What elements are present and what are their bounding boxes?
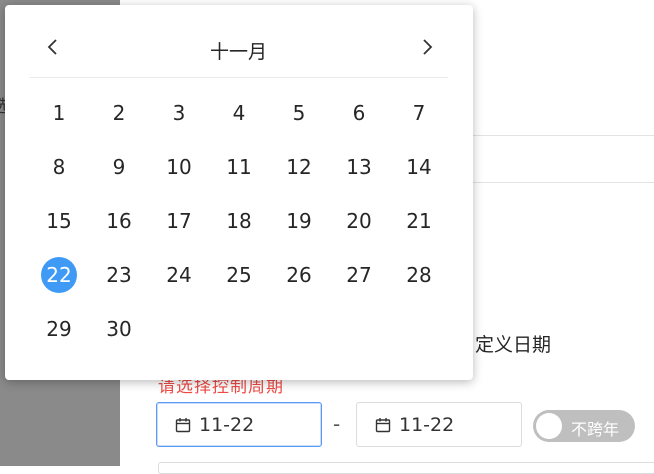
calendar-day-number: 28	[406, 263, 432, 287]
calendar-day[interactable]: 10	[149, 145, 209, 199]
chevron-right-icon	[423, 39, 433, 55]
calendar-day[interactable]: 9	[89, 145, 149, 199]
calendar-popup: 十一月 1 2 3 4 5 6 7 8 9 10 11 12 13 14 15 16 17 18 19 20 21 22 2…	[5, 5, 473, 380]
calendar-day[interactable]: 18	[209, 199, 269, 253]
calendar-day-number: 9	[112, 155, 126, 179]
calendar-header: 十一月	[29, 5, 448, 78]
toggle-label: 不跨年	[571, 420, 620, 439]
calendar-day[interactable]: 13	[329, 145, 389, 199]
calendar-day-number: 5	[292, 101, 306, 125]
calendar-day[interactable]: 26	[269, 253, 329, 307]
calendar-day-number: 27	[346, 263, 372, 287]
calendar-week-row: 15 16 17 18 19 20 21	[29, 199, 449, 253]
calendar-day-selected[interactable]: 22	[29, 253, 89, 307]
calendar-day[interactable]: 23	[89, 253, 149, 307]
calendar-day[interactable]: 3	[149, 91, 209, 145]
next-month-button[interactable]	[417, 35, 437, 59]
calendar-day[interactable]: 11	[209, 145, 269, 199]
calendar-day[interactable]: 27	[329, 253, 389, 307]
next-field[interactable]	[158, 462, 654, 474]
calendar-day[interactable]: 14	[389, 145, 449, 199]
calendar-day[interactable]: 21	[389, 199, 449, 253]
calendar-day[interactable]: 30	[89, 307, 149, 361]
start-date-input[interactable]: 11-22	[156, 402, 322, 447]
calendar-day[interactable]: 19	[269, 199, 329, 253]
calendar-week-row: 1 2 3 4 5 6 7	[29, 91, 449, 145]
calendar-week-row: 29 30	[29, 307, 449, 361]
calendar-day-number: 14	[406, 155, 432, 179]
calendar-day-number: 10	[166, 155, 192, 179]
calendar-day[interactable]: 2	[89, 91, 149, 145]
calendar-day-number: 29	[46, 317, 72, 341]
calendar-icon	[175, 417, 191, 432]
calendar-day-number: 25	[226, 263, 252, 287]
calendar-day-number: 18	[226, 209, 252, 233]
calendar-day[interactable]: 8	[29, 145, 89, 199]
calendar-day-number: 23	[106, 263, 132, 287]
toggle-knob	[536, 413, 562, 439]
divider	[470, 182, 654, 183]
calendar-day-number: 8	[52, 155, 66, 179]
calendar-day[interactable]: 25	[209, 253, 269, 307]
range-separator: -	[333, 412, 341, 436]
calendar-day[interactable]: 4	[209, 91, 269, 145]
calendar-day-number: 20	[346, 209, 372, 233]
end-date-value: 11-22	[399, 413, 455, 436]
calendar-icon	[375, 417, 391, 432]
calendar-day[interactable]: 17	[149, 199, 209, 253]
calendar-day-number: 2	[112, 101, 126, 125]
calendar-day-number: 30	[106, 317, 132, 341]
calendar-day[interactable]: 7	[389, 91, 449, 145]
calendar-day[interactable]: 1	[29, 91, 89, 145]
calendar-day-number: 17	[166, 209, 192, 233]
calendar-day[interactable]: 12	[269, 145, 329, 199]
calendar-day-number: 19	[286, 209, 312, 233]
month-title: 十一月	[209, 41, 267, 63]
calendar-day-number: 12	[286, 155, 312, 179]
start-date-value: 11-22	[199, 413, 255, 436]
end-date-input[interactable]: 11-22	[356, 402, 522, 447]
calendar-day-number: 22	[41, 257, 77, 293]
calendar-day-number: 11	[226, 155, 252, 179]
calendar-day-number: 21	[406, 209, 432, 233]
calendar-day-number: 1	[52, 101, 66, 125]
calendar-grid: 1 2 3 4 5 6 7 8 9 10 11 12 13 14 15 16 17 18 19 20 21 22 23 24 2…	[29, 91, 449, 361]
calendar-day[interactable]: 5	[269, 91, 329, 145]
calendar-day[interactable]: 28	[389, 253, 449, 307]
calendar-day-number: 15	[46, 209, 72, 233]
calendar-day-number: 7	[412, 101, 426, 125]
calendar-day[interactable]: 20	[329, 199, 389, 253]
calendar-day-number: 4	[232, 101, 246, 125]
calendar-week-row: 8 9 10 11 12 13 14	[29, 145, 449, 199]
calendar-day[interactable]: 24	[149, 253, 209, 307]
calendar-day-number: 26	[286, 263, 312, 287]
calendar-day[interactable]: 6	[329, 91, 389, 145]
calendar-day-number: 16	[106, 209, 132, 233]
calendar-day-number: 6	[352, 101, 366, 125]
calendar-day-number: 3	[172, 101, 186, 125]
calendar-day[interactable]: 29	[29, 307, 89, 361]
calendar-day-number: 24	[166, 263, 192, 287]
divider	[470, 135, 654, 136]
calendar-day[interactable]: 15	[29, 199, 89, 253]
cross-year-toggle[interactable]: 不跨年	[533, 410, 635, 442]
calendar-week-row: 22 23 24 25 26 27 28	[29, 253, 449, 307]
calendar-day[interactable]: 16	[89, 199, 149, 253]
calendar-day-number: 13	[346, 155, 372, 179]
